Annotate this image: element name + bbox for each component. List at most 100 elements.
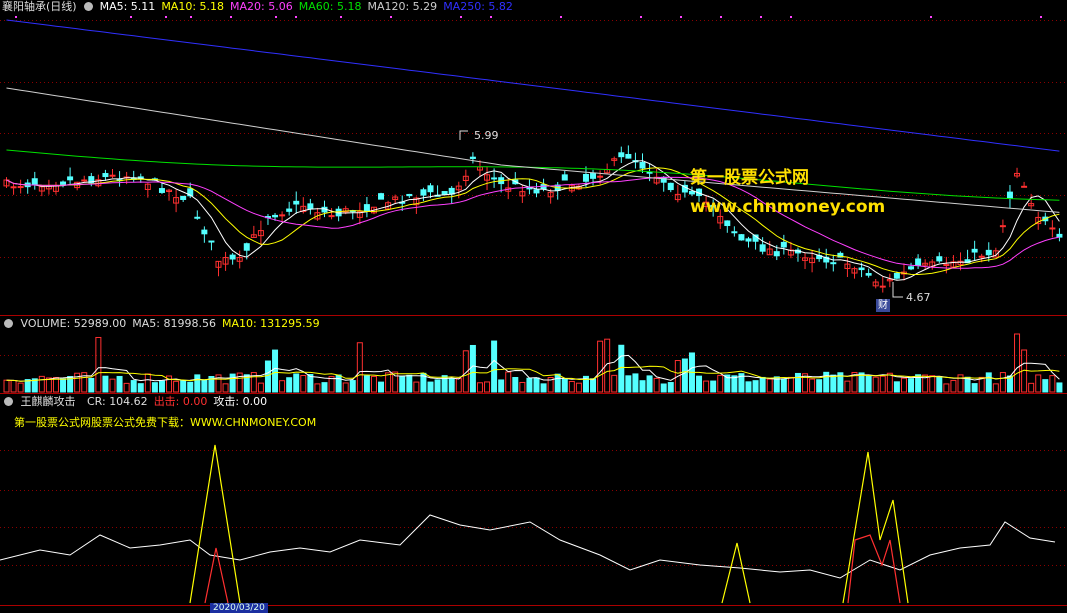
candle-body xyxy=(978,255,985,258)
candle-body xyxy=(893,272,900,279)
ma5-line xyxy=(6,160,1060,281)
indicator-settings-icon[interactable] xyxy=(4,397,13,406)
candle-body xyxy=(1006,191,1013,199)
volume-bar xyxy=(900,377,907,393)
volume-bar xyxy=(279,380,286,393)
volume-bar xyxy=(300,375,307,393)
volume-bar xyxy=(717,374,724,393)
candle-body xyxy=(158,188,165,193)
volume-bar xyxy=(102,375,109,393)
volume-settings-icon[interactable] xyxy=(4,319,13,328)
candle-body xyxy=(533,189,540,194)
ma-legend-2: MA20: 5.06 xyxy=(230,0,293,13)
candle-body xyxy=(441,191,448,195)
top-marker xyxy=(190,16,192,18)
volume-bar xyxy=(731,375,738,393)
volume-bar xyxy=(554,373,561,393)
volume-bar xyxy=(816,379,823,393)
volume-bar xyxy=(667,382,674,393)
candle-body xyxy=(773,251,780,257)
volume-bar xyxy=(349,380,356,393)
candle-body xyxy=(201,229,208,235)
watermark-title: 第一股票公式网 xyxy=(690,168,809,188)
volume-bar xyxy=(766,378,773,393)
volume-bar xyxy=(745,381,752,393)
volume-bar xyxy=(1042,379,1049,393)
indicator-note: 第一股票公式网股票公式免费下载：WWW.CHNMONEY.COM xyxy=(14,416,317,429)
top-marker xyxy=(295,16,297,18)
top-marker xyxy=(930,16,932,18)
candle-body xyxy=(780,241,787,248)
volume-bar xyxy=(385,372,392,393)
volume-bar xyxy=(787,376,794,393)
ma-legend-1: MA10: 5.18 xyxy=(161,0,225,13)
volume-bar xyxy=(293,373,300,393)
indicator-legend: 王麒麟攻击 CR: 104.62 出击: 0.00 攻击: 0.00 xyxy=(2,395,273,409)
top-marker xyxy=(680,16,682,18)
candle-body xyxy=(582,173,589,182)
volume-bar xyxy=(427,381,434,393)
volume-bar xyxy=(936,376,943,393)
candle-body xyxy=(1049,227,1056,230)
candlesticks xyxy=(3,130,1063,298)
volume-bar xyxy=(1014,333,1021,393)
volume-bar xyxy=(929,375,936,393)
volume-bar xyxy=(158,380,165,393)
candle-body xyxy=(307,203,314,210)
high-price-label: 5.99 xyxy=(474,129,499,142)
candle-body xyxy=(378,193,385,200)
candle-body xyxy=(420,189,427,196)
settings-circle-icon[interactable] xyxy=(84,2,94,11)
volume-bars xyxy=(3,333,1063,393)
volume-bar xyxy=(703,380,710,393)
main-legend: 襄阳轴承(日线) MA5: 5.11 MA10: 5.18 MA20: 5.06 MA… xyxy=(2,0,519,14)
volume-bar xyxy=(653,377,660,393)
volume-bar xyxy=(710,380,717,393)
candle-body xyxy=(328,215,335,218)
gongji-spike xyxy=(721,542,751,604)
candle-body xyxy=(724,220,731,227)
volume-bar xyxy=(505,371,512,393)
top-marker xyxy=(15,16,17,18)
volume-bar xyxy=(830,374,837,393)
volume-bar xyxy=(540,383,547,393)
cai-badge[interactable]: 财 xyxy=(876,299,890,312)
watermark-url: www.chnmoney.com xyxy=(690,197,886,217)
volume-bar xyxy=(455,377,462,393)
indicator-legend-item-0: CR: 104.62 xyxy=(87,395,148,408)
volume-bar xyxy=(568,380,575,393)
volume-bar xyxy=(378,381,385,393)
volume-bar xyxy=(469,344,476,393)
candle-body xyxy=(491,177,498,180)
volume-bar xyxy=(561,378,568,393)
volume-bar xyxy=(229,373,236,393)
stock-chart[interactable] xyxy=(0,0,1067,613)
top-marker xyxy=(230,16,232,18)
candle-body xyxy=(102,173,109,178)
volume-bar xyxy=(123,382,130,393)
candle-body xyxy=(109,174,116,177)
volume-legend-item-1: MA5: 81998.56 xyxy=(132,317,216,330)
candle-body xyxy=(971,248,978,253)
top-marker xyxy=(130,16,132,18)
volume-bar xyxy=(865,374,872,393)
volume-bar xyxy=(908,378,915,393)
volume-bar xyxy=(639,380,646,393)
top-marker xyxy=(165,16,167,18)
volume-legend: VOLUME: 52989.00 MA5: 81998.56 MA10: 13129… xyxy=(2,317,326,331)
volume-bar xyxy=(342,382,349,393)
volume-bar xyxy=(1035,374,1042,393)
candle-body xyxy=(229,254,236,260)
candle-body xyxy=(597,175,604,178)
volume-bar xyxy=(999,372,1006,393)
candle-body xyxy=(688,190,695,195)
volume-bar xyxy=(95,336,102,393)
top-marker xyxy=(790,16,792,18)
candle-body xyxy=(639,162,646,169)
ma250-line xyxy=(6,19,1060,152)
candle-body xyxy=(879,285,886,288)
grid-lines xyxy=(0,16,1067,606)
volume-bar xyxy=(964,376,971,393)
candle-body xyxy=(936,256,943,262)
volume-bar xyxy=(144,373,151,393)
